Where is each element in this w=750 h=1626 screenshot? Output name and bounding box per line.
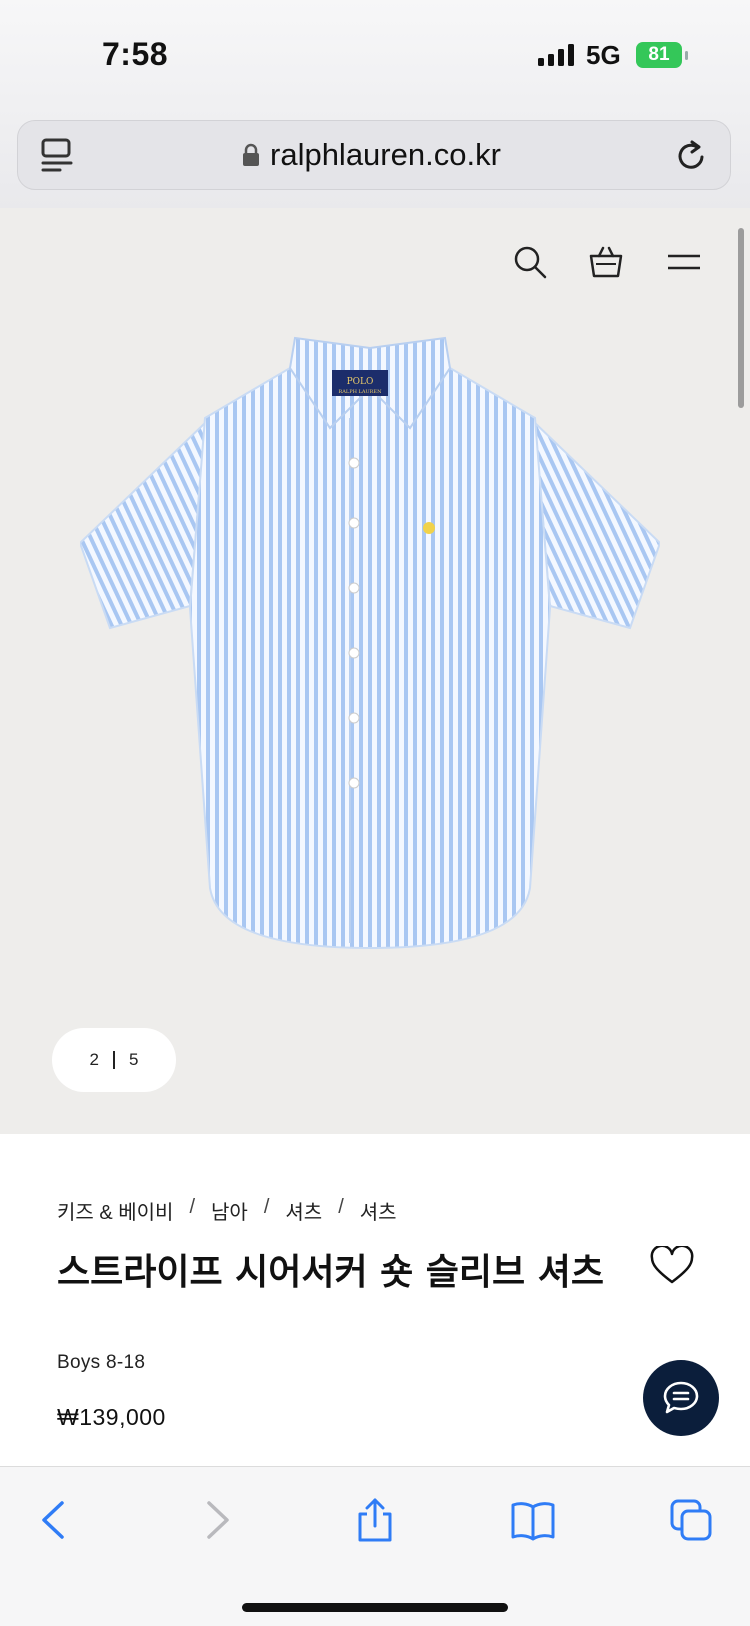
home-indicator[interactable] [242,1603,508,1612]
battery-level: 81 [648,44,670,65]
shopping-bag-icon[interactable] [586,242,626,282]
product-size-range: Boys 8-18 [57,1352,146,1373]
breadcrumb-separator: / [263,1196,270,1218]
search-icon[interactable] [510,242,550,282]
battery-icon: 81 [636,42,688,68]
pager-divider [113,1051,115,1069]
reload-icon[interactable] [674,137,710,175]
scrollbar[interactable] [738,228,744,408]
svg-text:POLO: POLO [347,377,374,387]
breadcrumb-item[interactable]: 셔츠 [360,1196,397,1225]
status-time: 7:58 [102,36,169,72]
page-menu-icon[interactable] [40,137,74,175]
network-type: 5G [586,40,621,70]
gallery-current-index: 2 [89,1050,99,1069]
browser-toolbar [0,1466,750,1626]
gallery-pager: 2 5 [52,1028,176,1092]
gallery-total-count: 5 [129,1050,139,1069]
address-bar[interactable]: ralphlauren.co.kr [17,120,731,190]
product-shirt-image: POLO RALPH LAUREN [80,336,660,950]
tabs-icon[interactable] [668,1497,714,1543]
product-title: 스트라이프 시어서커 숏 슬리브 셔츠 [57,1251,604,1293]
url-text[interactable]: ralphlauren.co.kr [270,137,501,173]
bookmarks-book-icon[interactable] [510,1497,556,1543]
chat-bubble-icon [663,1381,699,1414]
svg-text:RALPH LAUREN: RALPH LAUREN [339,389,383,395]
breadcrumb-separator: / [189,1196,196,1218]
breadcrumb-item[interactable]: 남아 [211,1196,248,1225]
breadcrumb-item[interactable]: 셔츠 [285,1196,322,1225]
share-icon[interactable] [352,1497,398,1543]
breadcrumb: 키즈 & 베이비 / 남아 / 셔츠 / 셔츠 [57,1196,397,1225]
forward-chevron-icon[interactable] [193,1497,239,1543]
product-image-gallery[interactable]: POLO RALPH LAUREN 2 5 [0,208,750,1134]
breadcrumb-item[interactable]: 키즈 & 베이비 [57,1196,173,1225]
back-chevron-icon[interactable] [32,1497,78,1543]
product-info: 키즈 & 베이비 / 남아 / 셔츠 / 셔츠 스트라이프 시어서커 숏 슬리브… [0,1134,750,1466]
signal-icon [538,44,574,66]
status-bar: 7:58 5G 81 [0,0,750,110]
wishlist-heart-icon[interactable] [650,1246,694,1286]
product-price: ₩139,000 [57,1404,166,1430]
chat-button[interactable] [643,1360,719,1436]
browser-top-bar: 7:58 5G 81 ralphlauren.co.kr [0,0,750,208]
lock-icon [243,143,259,166]
breadcrumb-separator: / [338,1196,344,1218]
hamburger-menu-icon[interactable] [664,242,704,282]
